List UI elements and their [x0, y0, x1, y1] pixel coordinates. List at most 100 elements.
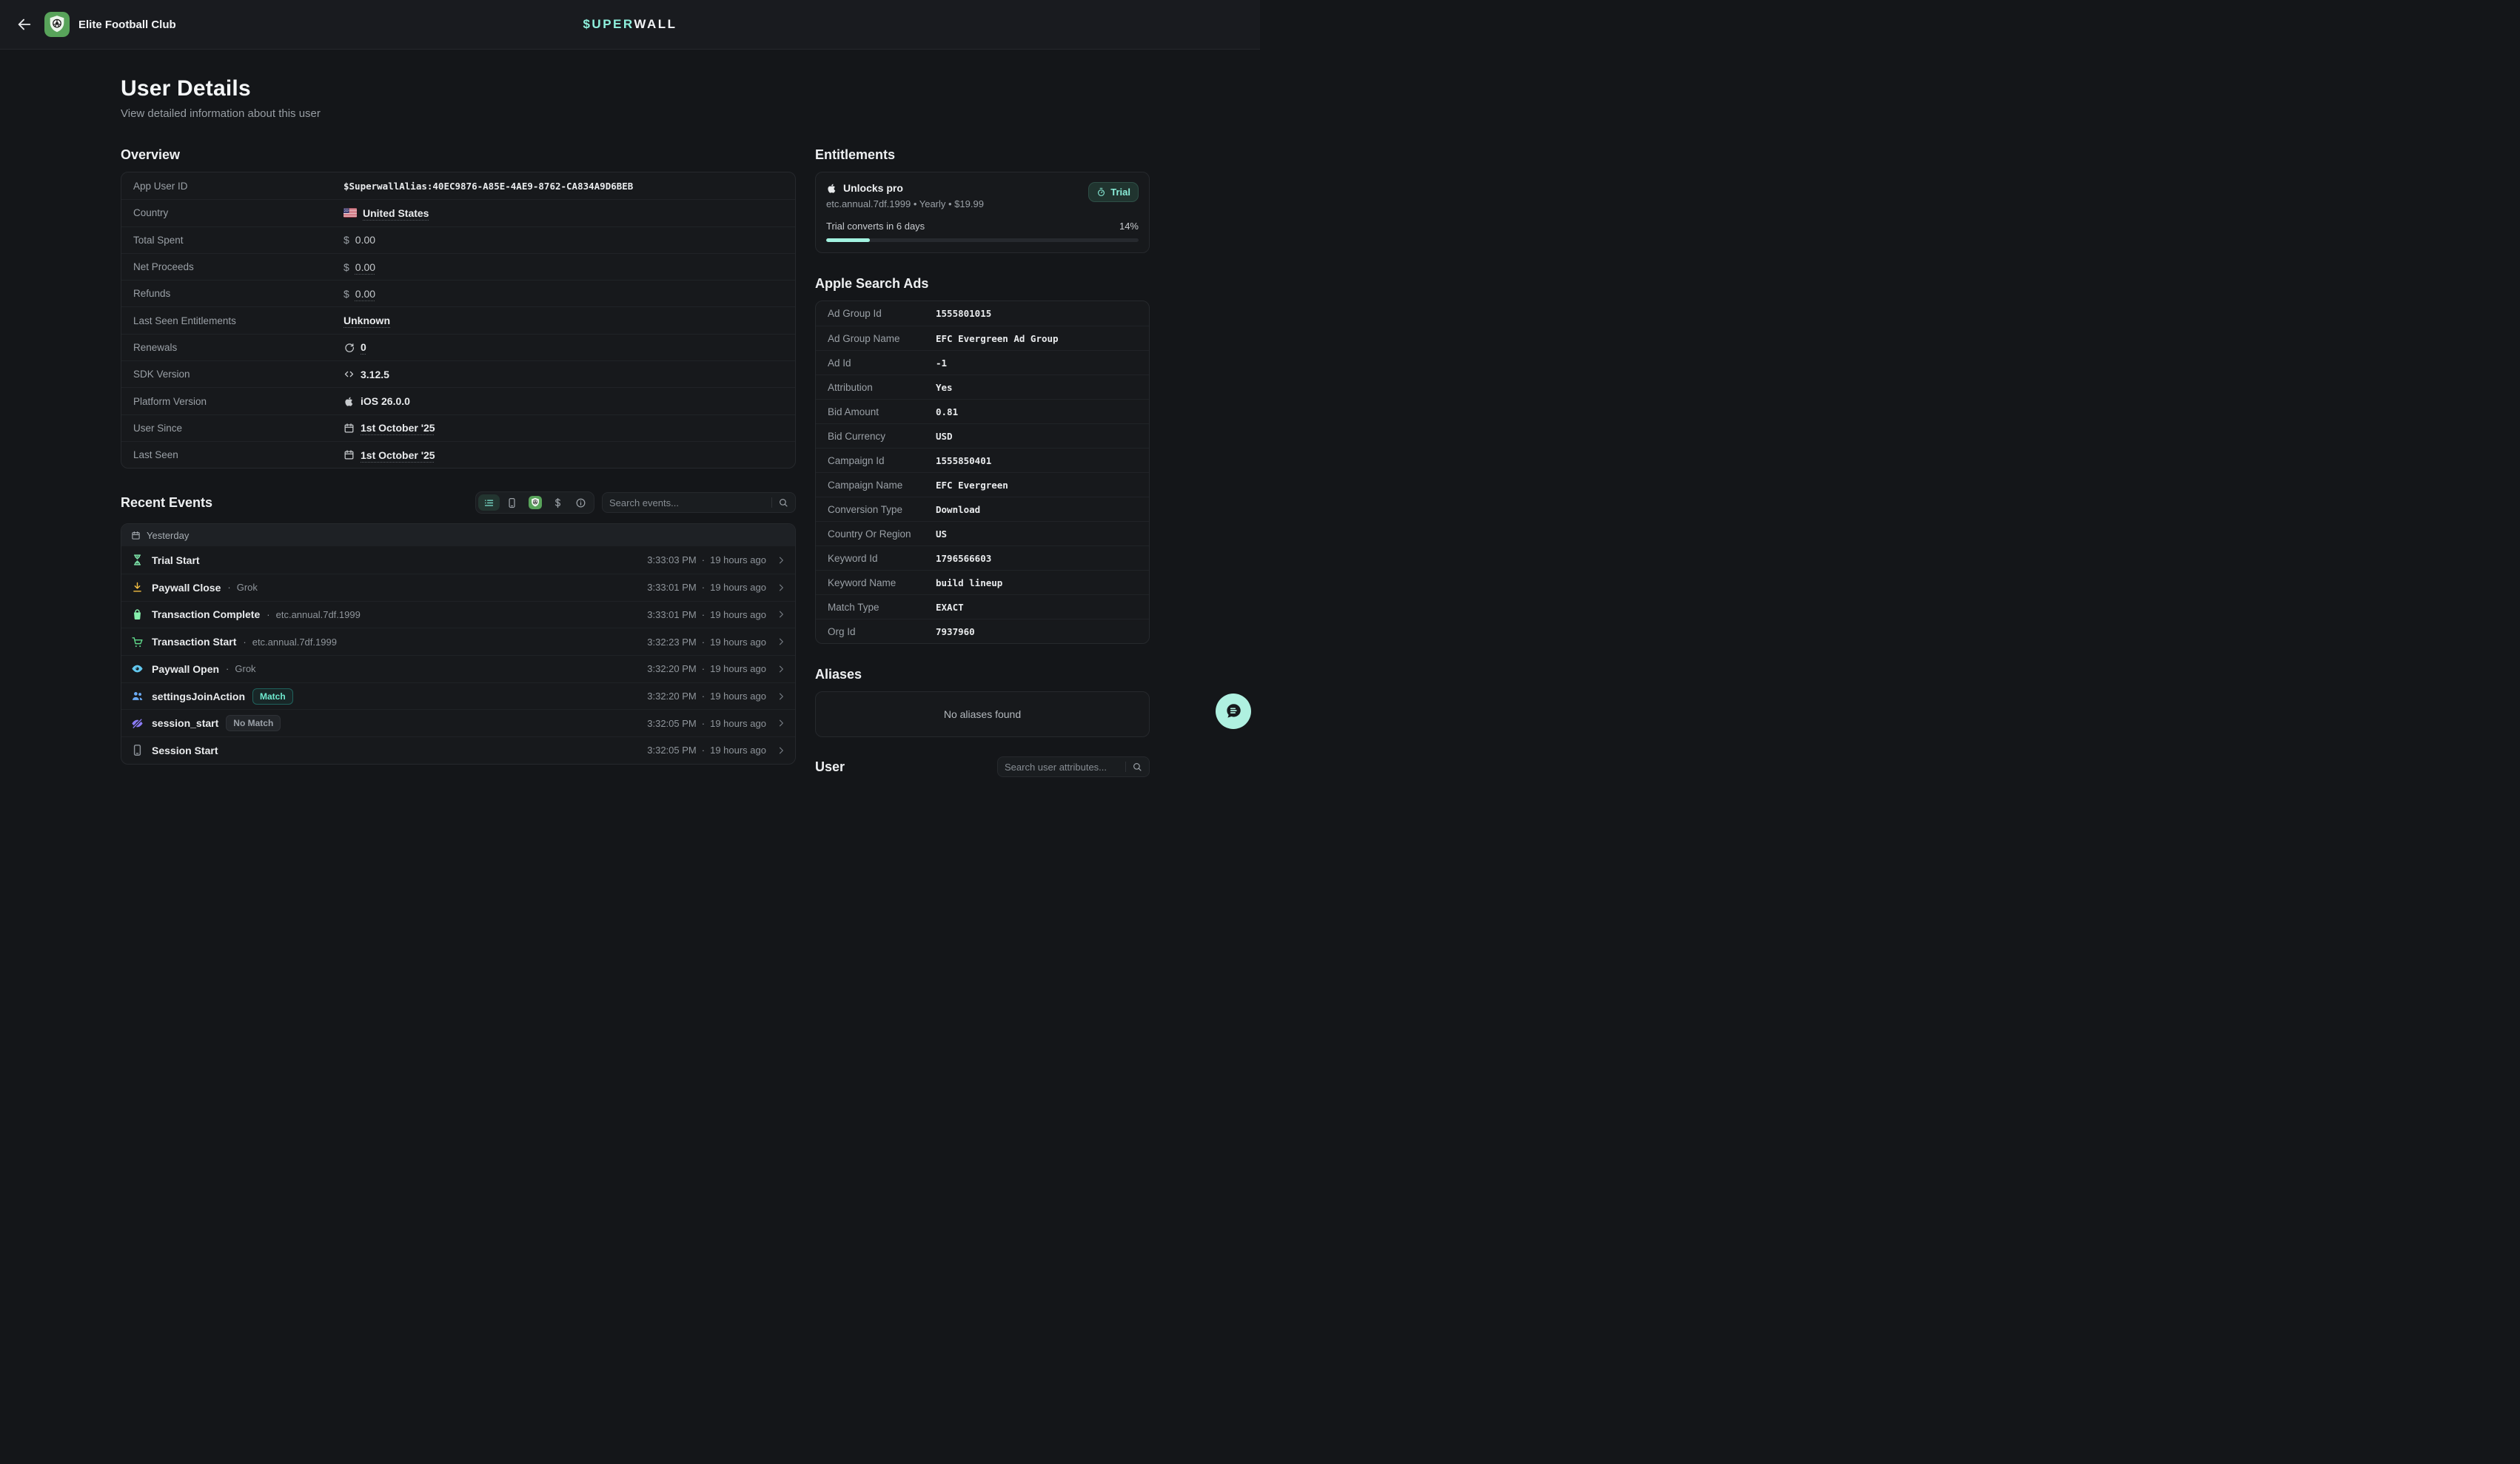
table-row: App User ID$SuperwallAlias:40EC9876-A85E…	[121, 172, 795, 199]
event-row[interactable]: Paywall Close·Grok3:33:01 PM·19 hours ag…	[121, 574, 795, 601]
row-label: Country Or Region	[828, 528, 936, 540]
trial-progress-fill	[826, 238, 870, 242]
table-row: Campaign NameEFC Evergreen	[816, 472, 1149, 497]
row-value-text[interactable]: 1st October '25	[361, 422, 435, 434]
row-value-text: EFC Evergreen Ad Group	[936, 333, 1059, 344]
trial-progress-bar	[826, 238, 1139, 242]
row-value: EXACT	[936, 602, 964, 613]
event-subtitle: ·etc.annual.7df.1999	[243, 637, 337, 648]
event-row[interactable]: Transaction Start·etc.annual.7df.19993:3…	[121, 628, 795, 655]
row-value-text[interactable]: Unknown	[344, 315, 390, 326]
entitlement-card: Unlocks pro etc.annual.7df.1999 • Yearly…	[815, 172, 1150, 253]
row-value: 0.81	[936, 406, 958, 417]
row-value: USD	[936, 431, 953, 442]
event-name: Paywall Close	[152, 582, 221, 594]
row-value: 1796566603	[936, 553, 991, 564]
event-row[interactable]: Paywall Open·Grok3:32:20 PM·19 hours ago	[121, 655, 795, 682]
list-view-toggle[interactable]	[478, 494, 500, 511]
event-time: 3:32:20 PM	[647, 691, 697, 702]
row-value: 7937960	[936, 626, 975, 637]
support-chat-button[interactable]	[1216, 694, 1251, 729]
table-row: Bid CurrencyUSD	[816, 423, 1149, 448]
entitlements-heading: Entitlements	[815, 147, 1150, 163]
event-row[interactable]: settingsJoinActionMatch3:32:20 PM·19 hou…	[121, 682, 795, 710]
chat-bubble-icon	[1224, 702, 1243, 721]
event-ago: 19 hours ago	[710, 637, 766, 648]
table-row: Ad Id-1	[816, 350, 1149, 375]
event-ago: 19 hours ago	[710, 691, 766, 702]
event-row[interactable]: Session Start3:32:05 PM·19 hours ago	[121, 736, 795, 764]
events-search	[602, 492, 796, 513]
event-row[interactable]: Transaction Complete·etc.annual.7df.1999…	[121, 601, 795, 628]
search-icon[interactable]	[778, 497, 788, 508]
row-value-text[interactable]: 0	[361, 341, 366, 353]
table-row: Keyword Namebuild lineup	[816, 570, 1149, 594]
row-label: Net Proceeds	[133, 261, 344, 272]
table-row: Net Proceeds$0.00	[121, 253, 795, 280]
aliases-empty-card: No aliases found	[815, 691, 1150, 737]
user-heading: User	[815, 759, 845, 775]
app-filter-toggle[interactable]	[524, 494, 546, 511]
table-row: Total Spent$0.00	[121, 226, 795, 253]
row-value: 1st October '25	[344, 449, 435, 461]
row-label: Platform Version	[133, 396, 344, 407]
row-value: Yes	[936, 382, 953, 393]
row-value-text: 1796566603	[936, 553, 991, 564]
row-value: $0.00	[344, 288, 375, 300]
event-badge: No Match	[226, 715, 281, 731]
row-value-text: Yes	[936, 382, 953, 393]
row-label: Bid Currency	[828, 431, 936, 442]
search-icon[interactable]	[1132, 762, 1142, 772]
events-search-input[interactable]	[609, 497, 765, 508]
apple-icon	[826, 183, 837, 194]
cart-icon	[131, 636, 144, 648]
currency-prefix: $	[344, 234, 349, 246]
event-ago: 19 hours ago	[710, 745, 766, 756]
event-time: 3:33:03 PM	[647, 554, 697, 565]
row-label: Last Seen	[133, 449, 344, 460]
events-view-toolbar	[475, 491, 594, 514]
table-row: Country Or RegionUS	[816, 521, 1149, 545]
user-attributes-search-input[interactable]	[1005, 762, 1119, 773]
event-subtitle: ·etc.annual.7df.1999	[267, 609, 361, 620]
table-row: Country United States	[121, 199, 795, 226]
row-value: United States	[344, 207, 429, 219]
table-row: Renewals0	[121, 334, 795, 360]
row-value-text: EFC Evergreen	[936, 480, 1008, 491]
event-timestamp: 3:33:03 PM·19 hours ago	[647, 554, 766, 565]
table-row: SDK Version3.12.5	[121, 360, 795, 387]
row-label: Country	[133, 207, 344, 218]
back-button[interactable]	[16, 16, 33, 33]
row-value: 0	[344, 341, 366, 353]
event-timestamp: 3:33:01 PM·19 hours ago	[647, 582, 766, 593]
trial-badge: Trial	[1088, 182, 1139, 202]
revenue-filter-toggle[interactable]	[547, 494, 569, 511]
row-value-text[interactable]: United States	[363, 207, 429, 219]
user-attributes-search	[997, 756, 1150, 777]
superwall-logo: $UPERWALL	[583, 17, 677, 32]
row-value-text: Download	[936, 504, 980, 515]
row-label: SDK Version	[133, 369, 344, 380]
device-filter-toggle[interactable]	[501, 494, 523, 511]
row-value-text[interactable]: 0.00	[355, 261, 375, 273]
info-filter-toggle[interactable]	[570, 494, 592, 511]
row-value-text[interactable]: 0.00	[355, 288, 375, 300]
event-row[interactable]: session_startNo Match3:32:05 PM·19 hours…	[121, 709, 795, 736]
row-value-text: 7937960	[936, 626, 975, 637]
trial-badge-label: Trial	[1110, 187, 1130, 198]
table-row: Match TypeEXACT	[816, 594, 1149, 619]
chevron-right-icon	[776, 718, 786, 728]
overview-table: App User ID$SuperwallAlias:40EC9876-A85E…	[121, 172, 796, 469]
table-row: Bid Amount0.81	[816, 399, 1149, 423]
us-flag-icon	[344, 208, 357, 218]
event-row[interactable]: Trial Start3:33:03 PM·19 hours ago	[121, 546, 795, 574]
row-value: build lineup	[936, 577, 1002, 588]
hourglass-icon	[131, 554, 144, 566]
row-value-text[interactable]: 1st October '25	[361, 449, 435, 461]
apple-search-ads-table: Ad Group Id1555801015Ad Group NameEFC Ev…	[815, 300, 1150, 644]
overview-heading: Overview	[121, 147, 796, 163]
row-value-text: 1555850401	[936, 455, 991, 466]
arrow-left-icon	[16, 16, 33, 33]
search-divider	[771, 497, 772, 508]
event-name: Paywall Open	[152, 663, 219, 675]
